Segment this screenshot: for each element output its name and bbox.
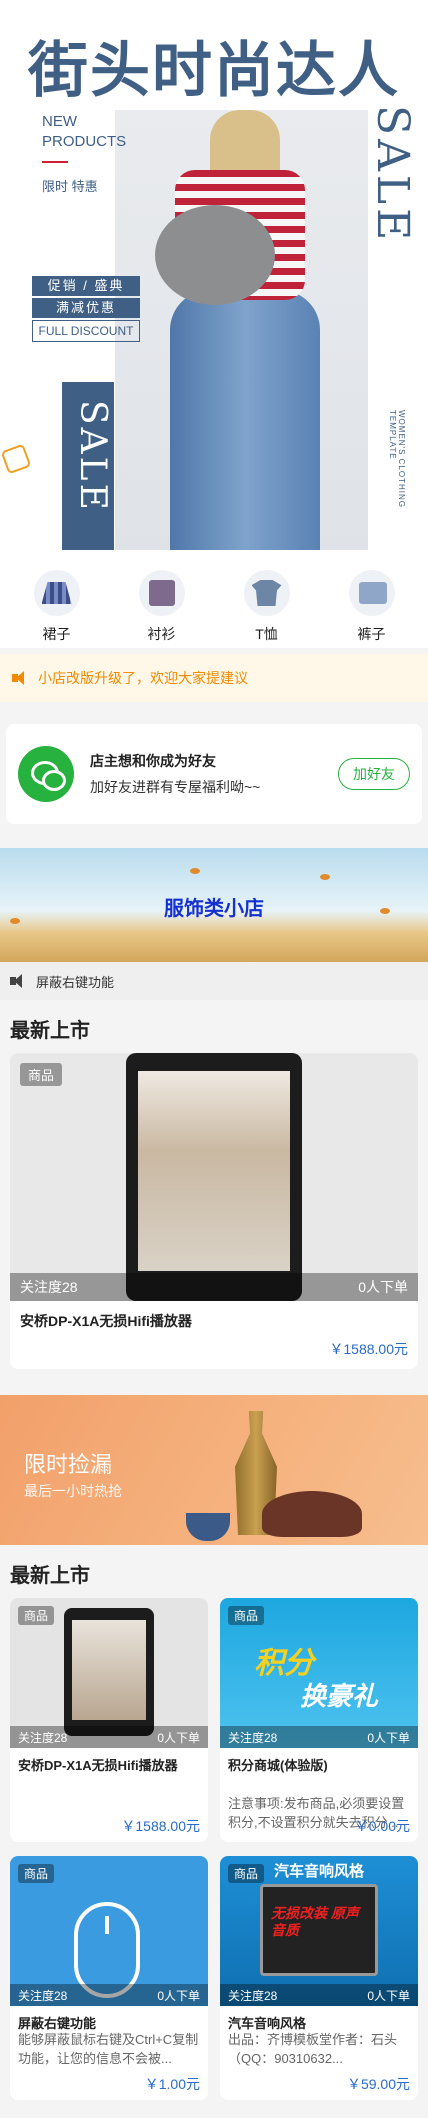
product-name[interactable]: 安桥DP-X1A无损Hifi播放器	[10, 1748, 208, 1794]
featured-product-card[interactable]: 商品 关注度28 0人下单 安桥DP-X1A无损Hifi播放器 ￥1588.00…	[10, 1053, 418, 1369]
followers-count: 关注度28	[20, 1279, 78, 1295]
hero-sale-left: SALE	[72, 400, 113, 513]
orders-count: 0人下单	[157, 1988, 200, 2003]
hero-template-caption: WOMEN'S CLOTHING TEMPLATE	[388, 410, 406, 508]
product-tag: 商品	[18, 1864, 55, 1883]
product-desc: 出品：齐博模板堂作者：石头（QQ：90310632...	[228, 2032, 398, 2066]
section-title: 最新上市	[10, 1020, 90, 1042]
product-card[interactable]: 积分 换豪礼 商品 关注度28 0人下单 积分商城(体验版) 注意事项:发布商品…	[220, 1598, 418, 1842]
hero-new-products: NEW PRODUCTS	[42, 113, 127, 150]
orders-count: 0人下单	[358, 1279, 408, 1295]
page: 街头时尚达人 NEW PRODUCTS 限时 特惠 SALE 促销 / 盛典 满…	[0, 0, 428, 2118]
shop-banner[interactable]: 服饰类小店	[0, 848, 428, 962]
product-card[interactable]: 商品 关注度28 0人下单 屏蔽右键功能 能够屏蔽鼠标右键及Ctrl+C复制功能…	[10, 1856, 208, 2100]
friend-subtitle: 加好友进群有专屋福利呦~~	[90, 779, 261, 795]
product-name[interactable]: 安桥DP-X1A无损Hifi播放器	[10, 1301, 418, 1335]
leaf-decoration	[190, 868, 200, 874]
announcement-row[interactable]: 屏蔽右键功能	[0, 962, 428, 1000]
product-stats: 关注度28 0人下单	[10, 1273, 418, 1301]
product-price: ￥1588.00元	[121, 1818, 200, 1834]
add-friend-card: 店主想和你成为好友 加好友进群有专屋福利呦~~ 加好友	[6, 724, 422, 824]
flash-sale-subtitle: 最后一小时热抢	[24, 1483, 122, 1499]
notice-bar[interactable]: 小店改版升级了，欢迎大家提建议	[0, 654, 428, 702]
hero-model-image	[115, 110, 368, 550]
product-card[interactable]: 商品 关注度28 0人下单 安桥DP-X1A无损Hifi播放器 ￥1588.00…	[10, 1598, 208, 1842]
product-stats: 关注度28 0人下单	[10, 1726, 208, 1748]
section-title: 最新上市	[10, 1565, 90, 1587]
product-stats: 关注度28 0人下单	[220, 1984, 418, 2006]
hero-title: 街头时尚达人	[28, 36, 400, 106]
category-skirt[interactable]: 裙子	[17, 570, 97, 642]
hero-accent-bar	[42, 161, 68, 163]
product-image[interactable]: 商品 关注度28 0人下单	[10, 1856, 208, 2006]
promo-line-2: 满减优惠	[32, 298, 140, 318]
cup-image	[186, 1513, 230, 1541]
notice-text: 小店改版升级了，欢迎大家提建议	[38, 670, 248, 686]
product-tag: 商品	[20, 1063, 63, 1086]
product-price: ￥1.00元	[144, 2076, 200, 2092]
orders-count: 0人下单	[157, 1730, 200, 1745]
product-stats: 关注度28 0人下单	[220, 1726, 418, 1748]
product-image[interactable]: 汽车音响风格 无损改装 原声音质 商品 关注度28 0人下单	[220, 1856, 418, 2006]
flash-sale-title: 限时捡漏	[24, 1452, 113, 1477]
product-image[interactable]: 商品 关注度28 0人下单	[10, 1598, 208, 1748]
product-name[interactable]: 汽车音响风格	[220, 2006, 418, 2030]
product-name[interactable]: 积分商城(体验版)	[220, 1748, 418, 1794]
speaker-icon	[10, 974, 28, 988]
category-label: 裤子	[357, 626, 386, 642]
product-grid: 商品 关注度28 0人下单 安桥DP-X1A无损Hifi播放器 ￥1588.00…	[0, 1598, 428, 2114]
product-stats: 关注度28 0人下单	[10, 1984, 208, 2006]
hero-limited-offer: 限时 特惠	[42, 179, 98, 194]
followers-count: 关注度28	[228, 1730, 278, 1745]
gift-icon[interactable]	[0, 443, 32, 475]
hero-sale-vertical: SALE	[367, 105, 418, 245]
hero-banner[interactable]: 街头时尚达人 NEW PRODUCTS 限时 特惠 SALE 促销 / 盛典 满…	[0, 0, 428, 560]
category-label: 裙子	[42, 626, 71, 642]
product-tag: 商品	[228, 1606, 265, 1625]
category-tshirt[interactable]: T恤	[227, 570, 307, 642]
followers-count: 关注度28	[18, 1988, 68, 2003]
orders-count: 0人下单	[367, 1988, 410, 2003]
promo-box: 促销 / 盛典 满减优惠 FULL DISCOUNT	[32, 276, 140, 346]
orders-count: 0人下单	[367, 1730, 410, 1745]
product-price: ￥0.00元	[354, 1818, 410, 1834]
product-desc: 能够屏蔽鼠标右键及Ctrl+C复制功能，让您的信息不会被...	[18, 2032, 199, 2066]
car-audio-image-text: 无损改装 原声音质	[271, 1905, 359, 1938]
promo-line-1: 促销 / 盛典	[32, 276, 140, 296]
tshirt-icon	[243, 570, 290, 616]
product-card[interactable]: 汽车音响风格 无损改装 原声音质 商品 关注度28 0人下单 汽车音响风格 出品…	[220, 1856, 418, 2100]
shop-banner-title: 服饰类小店	[164, 898, 264, 920]
product-price: ￥1588.00元	[329, 1341, 408, 1357]
leaf-decoration	[320, 874, 330, 880]
followers-count: 关注度28	[18, 1730, 68, 1745]
category-shirt[interactable]: 衬衫	[122, 570, 202, 642]
product-tag: 商品	[228, 1864, 265, 1883]
followers-count: 关注度28	[228, 1988, 278, 2003]
player-device-image	[126, 1053, 302, 1301]
product-image[interactable]: 商品 关注度28 0人下单	[10, 1053, 418, 1301]
promo-line-3: FULL DISCOUNT	[32, 320, 140, 342]
category-pants[interactable]: 裤子	[332, 570, 412, 642]
product-image[interactable]: 积分 换豪礼 商品 关注度28 0人下单	[220, 1598, 418, 1748]
wechat-icon	[18, 746, 74, 802]
category-nav: 裙子 衬衫 T恤 裤子	[0, 560, 428, 648]
teapot-image	[262, 1491, 362, 1537]
category-label: 衬衫	[147, 626, 176, 642]
pants-icon	[348, 570, 395, 616]
add-friend-button[interactable]: 加好友	[338, 758, 410, 790]
flash-sale-banner[interactable]: 限时捡漏 最后一小时热抢	[0, 1395, 428, 1545]
product-price: ￥59.00元	[346, 2076, 410, 2092]
announcement-text: 屏蔽右键功能	[36, 974, 115, 990]
product-name[interactable]: 屏蔽右键功能	[10, 2006, 208, 2030]
skirt-icon	[33, 570, 80, 616]
category-label: T恤	[255, 626, 278, 642]
shirt-icon	[138, 570, 185, 616]
friend-title: 店主想和你成为好友	[90, 753, 216, 769]
speaker-icon	[12, 671, 30, 685]
product-tag: 商品	[18, 1606, 55, 1625]
points-image-text-2: 换豪礼	[300, 1681, 379, 1711]
